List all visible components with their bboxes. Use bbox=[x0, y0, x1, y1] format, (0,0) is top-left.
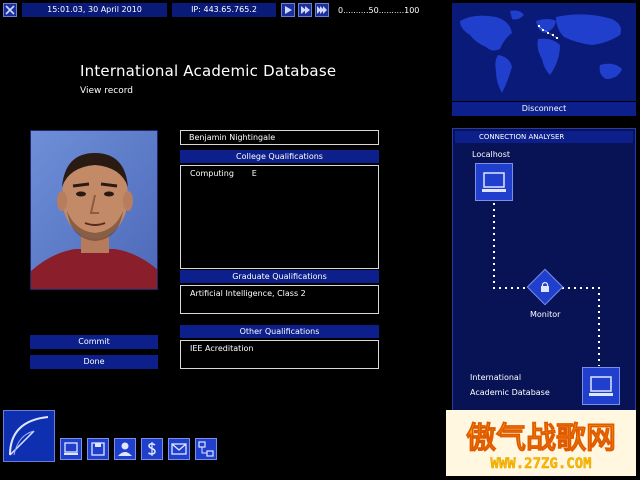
tool-finance-button[interactable] bbox=[141, 438, 163, 460]
tool-memory-button[interactable] bbox=[87, 438, 109, 460]
target-node[interactable] bbox=[582, 367, 620, 405]
close-button[interactable] bbox=[3, 3, 17, 17]
tool-email-button[interactable] bbox=[168, 438, 190, 460]
commit-button[interactable]: Commit bbox=[30, 335, 158, 349]
watermark-logo: 傲气战歌网 WWW.27ZG.COM bbox=[446, 410, 636, 476]
college-qualifications-field[interactable]: Computing E bbox=[180, 165, 379, 269]
computer-icon bbox=[64, 442, 78, 455]
page-title: International Academic Database bbox=[80, 62, 337, 80]
speed-ruler: 0..........50..........100 bbox=[338, 6, 420, 15]
tool-status-button[interactable] bbox=[195, 438, 217, 460]
watermark-line-2: WWW.27ZG.COM bbox=[490, 456, 591, 472]
user-icon bbox=[118, 442, 132, 456]
target-label-line-1: International bbox=[470, 373, 522, 382]
other-qualifications-value: IEE Acreditation bbox=[190, 344, 254, 353]
other-qualifications-field[interactable]: IEE Acreditation bbox=[180, 340, 379, 369]
speed-fastest-button[interactable] bbox=[315, 3, 329, 17]
world-map[interactable] bbox=[452, 3, 636, 101]
graduate-qualifications-field[interactable]: Artificial Intelligence, Class 2 bbox=[180, 285, 379, 314]
fastest-icon bbox=[317, 6, 327, 14]
watermark-line-1: 傲气战歌网 bbox=[466, 421, 616, 456]
target-label: International Academic Database bbox=[470, 370, 550, 400]
disconnect-button[interactable]: Disconnect bbox=[452, 102, 636, 116]
play-icon bbox=[285, 6, 292, 14]
tool-user-button[interactable] bbox=[114, 438, 136, 460]
computer-icon bbox=[589, 376, 613, 396]
main-menu-button[interactable] bbox=[3, 410, 55, 462]
lock-icon bbox=[541, 281, 549, 292]
graduate-qualifications-label: Graduate Qualifications bbox=[180, 270, 379, 283]
speed-fast-button[interactable] bbox=[298, 3, 312, 17]
close-icon bbox=[5, 5, 15, 15]
record-photo bbox=[30, 130, 158, 290]
monitor-label: Monitor bbox=[530, 310, 561, 319]
clock-display: 15:01.03, 30 April 2010 bbox=[22, 3, 167, 17]
page-subtitle: View record bbox=[80, 86, 133, 96]
ip-display: IP: 443.65.765.2 bbox=[172, 3, 276, 17]
graduate-qualifications-value: Artificial Intelligence, Class 2 bbox=[190, 289, 306, 298]
college-qualifications-value: Computing E bbox=[190, 169, 257, 178]
dollar-icon bbox=[148, 442, 156, 456]
disk-icon bbox=[91, 442, 105, 456]
other-qualifications-label: Other Qualifications bbox=[180, 325, 379, 338]
target-label-line-2: Academic Database bbox=[470, 388, 550, 397]
speed-play-button[interactable] bbox=[281, 3, 295, 17]
college-qualifications-label: College Qualifications bbox=[180, 150, 379, 163]
satellite-dish-icon bbox=[9, 416, 49, 456]
done-button[interactable]: Done bbox=[30, 355, 158, 369]
name-field[interactable]: Benjamin Nightingale bbox=[180, 130, 379, 145]
envelope-icon bbox=[171, 443, 187, 455]
tool-computer-button[interactable] bbox=[60, 438, 82, 460]
network-icon bbox=[198, 441, 214, 457]
fast-forward-icon bbox=[301, 6, 310, 14]
